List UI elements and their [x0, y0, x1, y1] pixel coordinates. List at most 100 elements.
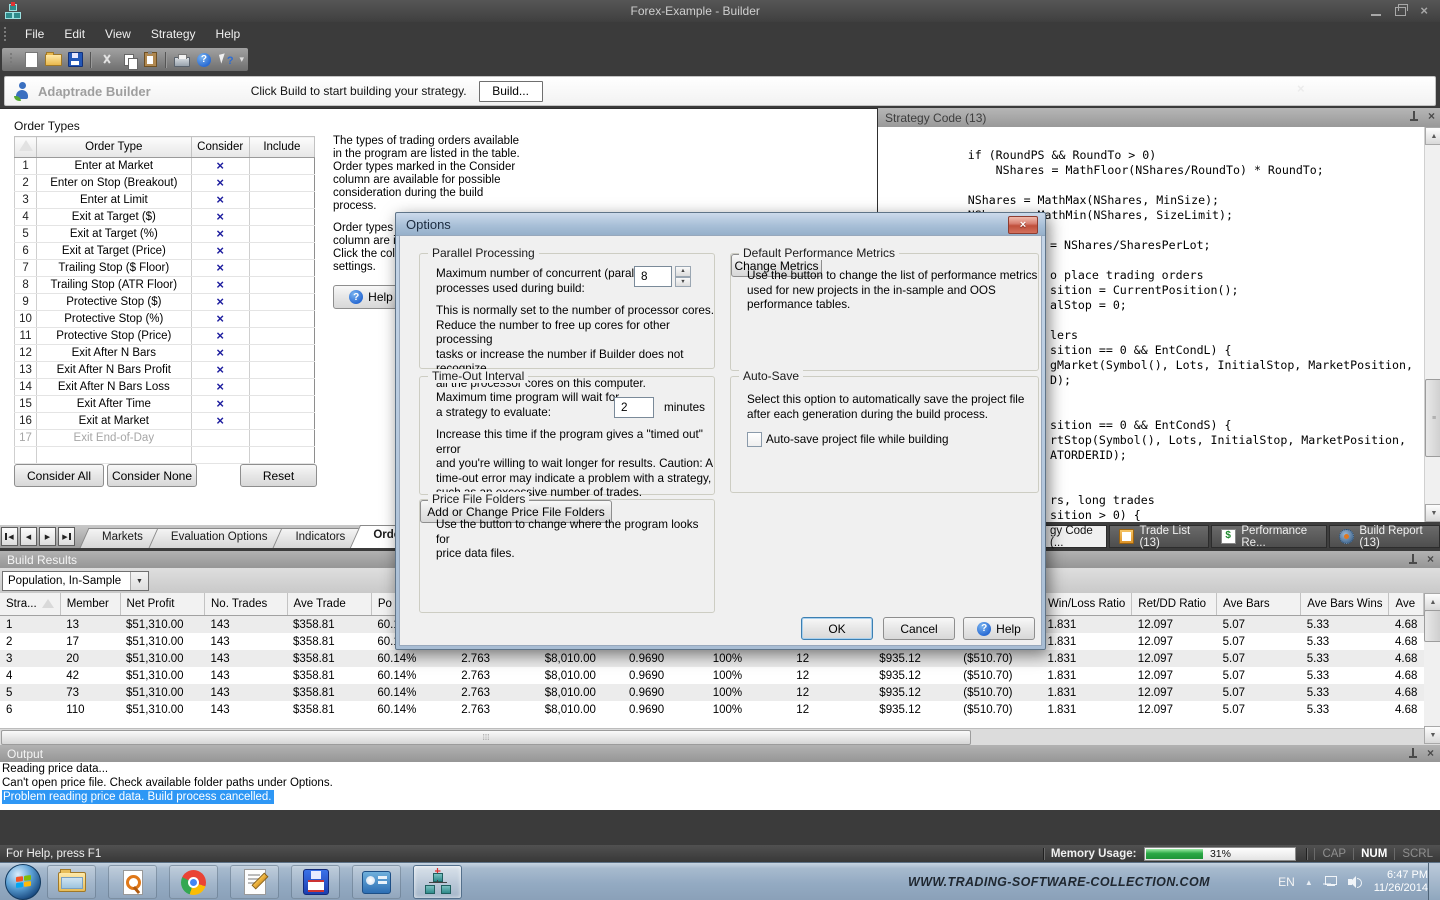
include-mark[interactable]	[249, 311, 314, 328]
consider-mark[interactable]: ×	[191, 277, 249, 294]
include-mark[interactable]	[249, 328, 314, 345]
save-icon[interactable]	[66, 51, 84, 69]
result-row[interactable]: 442$51,310.00143$358.8160.14%2.763$8,010…	[0, 667, 1424, 684]
consider-mark[interactable]: ×	[191, 243, 249, 260]
column-header[interactable]: Ret/DD Ratio	[1132, 593, 1217, 616]
consider-mark[interactable]: ×	[191, 175, 249, 192]
order-type-row[interactable]: 14Exit After N Bars Loss×	[15, 379, 315, 396]
language-indicator[interactable]: EN	[1278, 875, 1295, 889]
consider-mark[interactable]: ×	[191, 362, 249, 379]
column-header[interactable]: No. Trades	[205, 593, 288, 616]
print-icon[interactable]	[173, 51, 191, 69]
speaker-icon[interactable]	[1348, 875, 1364, 889]
order-type-row[interactable]: 13Exit After N Bars Profit×	[15, 362, 315, 379]
prev-tab-icon[interactable]: ◀	[20, 527, 37, 546]
tab-evaluation-options[interactable]: Evaluation Options	[153, 528, 286, 548]
consider-mark[interactable]: ×	[191, 379, 249, 396]
include-mark[interactable]	[249, 209, 314, 226]
tab-trade-list[interactable]: Trade List (13)	[1109, 525, 1209, 548]
pin-icon[interactable]	[1409, 554, 1417, 565]
toolbar-overflow-icon[interactable]: ▾	[240, 54, 245, 65]
include-mark[interactable]	[249, 277, 314, 294]
consider-mark[interactable]: ×	[191, 226, 249, 243]
code-scrollbar[interactable]: ▲ ≡ ▼	[1424, 127, 1440, 522]
results-vertical-scrollbar[interactable]: ▲ ▼	[1424, 593, 1440, 744]
close-icon[interactable]: ×	[1420, 6, 1428, 16]
include-mark[interactable]	[249, 379, 314, 396]
column-header[interactable]: Include	[249, 137, 314, 158]
order-type-row[interactable]: 12Exit After N Bars×	[15, 345, 315, 362]
banner-close-icon[interactable]: ×	[1297, 81, 1305, 96]
include-mark[interactable]	[249, 362, 314, 379]
pin-icon[interactable]	[1410, 111, 1418, 122]
column-header[interactable]: Ave Bars	[1217, 593, 1301, 616]
help-icon[interactable]: ?	[195, 51, 213, 69]
consider-mark[interactable]: ×	[191, 396, 249, 413]
result-row[interactable]: 320$51,310.00143$358.8160.14%2.763$8,010…	[0, 650, 1424, 667]
start-button[interactable]	[5, 864, 41, 900]
next-tab-icon[interactable]: ▶	[39, 527, 56, 546]
order-type-row[interactable]: 15Exit After Time×	[15, 396, 315, 413]
taskbar-builder-icon[interactable]	[413, 865, 462, 899]
order-type-row[interactable]: 9Protective Stop ($)×	[15, 294, 315, 311]
taskbar-editor-icon[interactable]	[230, 865, 279, 899]
corner-sort-icon[interactable]	[15, 137, 37, 158]
consider-mark[interactable]: ×	[191, 158, 249, 175]
include-mark[interactable]	[249, 413, 314, 430]
consider-mark[interactable]: ×	[191, 345, 249, 362]
close-panel-icon[interactable]: ×	[1428, 111, 1435, 122]
clock[interactable]: 6:47 PM 11/26/2014	[1374, 869, 1428, 895]
order-type-row[interactable]: 2Enter on Stop (Breakout)×	[15, 175, 315, 192]
column-header[interactable]: Ave Bars Wins	[1301, 593, 1389, 616]
column-header[interactable]: Net Profit	[120, 593, 204, 616]
include-mark[interactable]	[249, 396, 314, 413]
order-type-row[interactable]: 7Trailing Stop ($ Floor)×	[15, 260, 315, 277]
column-header[interactable]: Stra...	[0, 593, 60, 616]
column-header[interactable]: Ave Trade	[287, 593, 371, 616]
concurrent-processes-field[interactable]: 8	[634, 266, 672, 287]
consider-none-button[interactable]: Consider None	[107, 464, 197, 487]
consider-mark[interactable]	[191, 430, 249, 447]
menu-item-view[interactable]: View	[95, 23, 141, 45]
order-type-row[interactable]: 4Exit at Target ($)×	[15, 209, 315, 226]
scroll-down-icon[interactable]: ▼	[1424, 726, 1440, 744]
spin-down-icon[interactable]: ▼	[675, 277, 691, 288]
copy-icon[interactable]	[120, 51, 138, 69]
scroll-thumb[interactable]: ≡	[1425, 379, 1440, 457]
order-type-row[interactable]: 8Trailing Stop (ATR Floor)×	[15, 277, 315, 294]
consider-mark[interactable]: ×	[191, 413, 249, 430]
scroll-thumb[interactable]: ⁞⁞⁞	[1, 730, 971, 745]
include-mark[interactable]	[249, 226, 314, 243]
result-row[interactable]: 6110$51,310.00143$358.8160.14%2.763$8,01…	[0, 701, 1424, 718]
consider-all-button[interactable]: Consider All	[14, 464, 104, 487]
scroll-down-icon[interactable]: ▼	[1425, 504, 1440, 522]
auto-save-checkbox[interactable]	[747, 432, 762, 447]
include-mark[interactable]	[249, 260, 314, 277]
include-mark[interactable]	[249, 345, 314, 362]
include-mark[interactable]	[249, 430, 314, 447]
consider-mark[interactable]: ×	[191, 209, 249, 226]
scroll-up-icon[interactable]: ▲	[1424, 593, 1440, 611]
tray-expand-icon[interactable]: ▲	[1305, 878, 1313, 887]
order-type-row[interactable]: 11Protective Stop (Price)×	[15, 328, 315, 345]
taskbar-save-tool-icon[interactable]	[291, 865, 340, 899]
tab-build-report[interactable]: Build Report (13)	[1329, 525, 1440, 548]
result-row[interactable]: 573$51,310.00143$358.8160.14%2.763$8,010…	[0, 684, 1424, 701]
close-panel-icon[interactable]: ×	[1427, 554, 1434, 565]
menu-item-strategy[interactable]: Strategy	[141, 23, 206, 45]
taskbar-search-icon[interactable]	[108, 865, 157, 899]
column-header[interactable]: Ave	[1389, 593, 1424, 616]
results-horizontal-scrollbar[interactable]: ⁞⁞⁞	[0, 728, 1424, 745]
column-header[interactable]: Consider	[191, 137, 249, 158]
include-mark[interactable]	[249, 175, 314, 192]
paste-icon[interactable]	[142, 51, 160, 69]
results-view-dropdown[interactable]: Population, In-Sample ▼	[2, 571, 149, 591]
first-tab-icon[interactable]: ◀	[1, 527, 18, 546]
pin-icon[interactable]	[1409, 748, 1417, 759]
cancel-button[interactable]: Cancel	[883, 617, 955, 640]
menu-item-file[interactable]: File	[15, 23, 54, 45]
timeout-minutes-field[interactable]: 2	[614, 397, 654, 418]
tab-performance[interactable]: Performance Re...	[1211, 525, 1327, 548]
context-help-icon[interactable]: ?	[217, 51, 235, 69]
column-header[interactable]: Win/Loss Ratio	[1041, 593, 1131, 616]
